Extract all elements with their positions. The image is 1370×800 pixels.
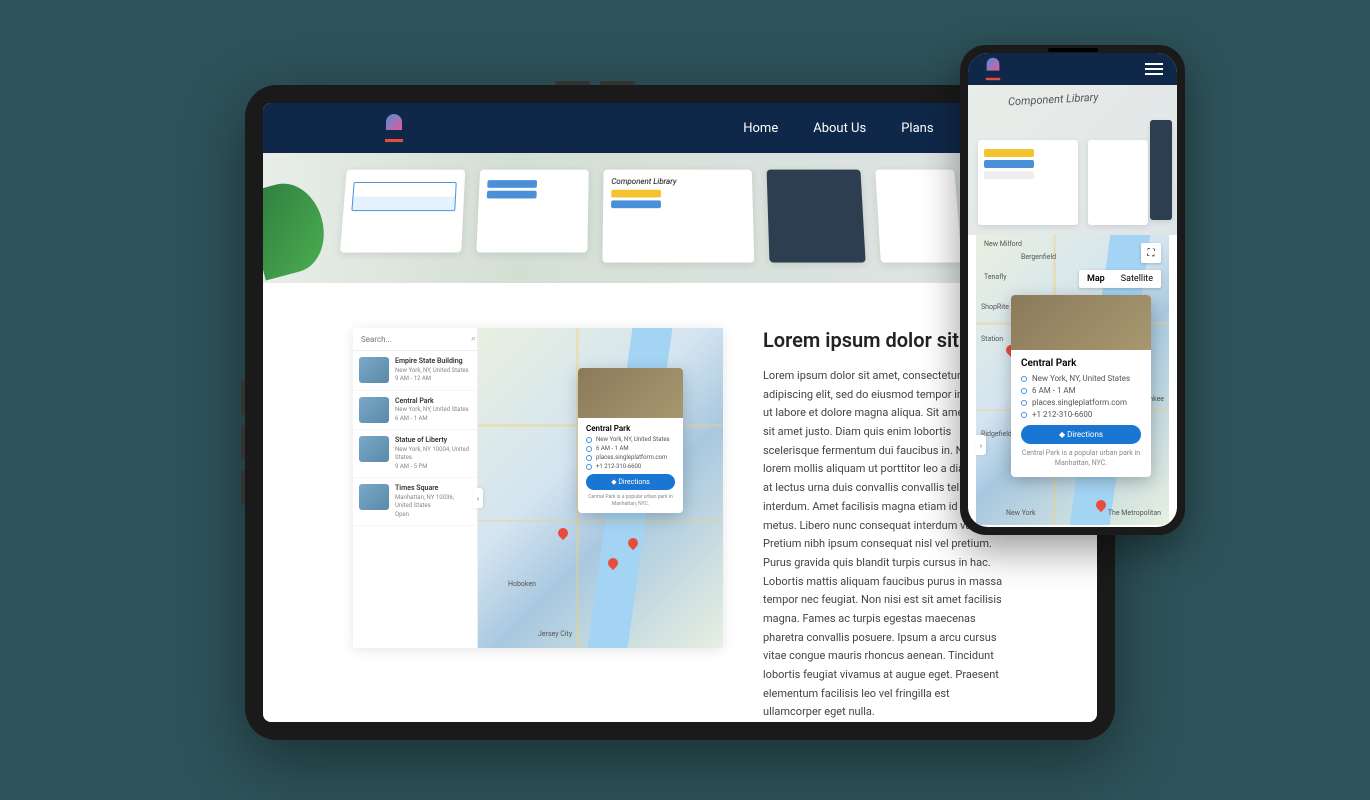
tablet-button <box>241 380 245 415</box>
nav-links: Home About Us Plans C <box>743 121 977 136</box>
directions-button[interactable]: ◆ Directions <box>586 474 675 490</box>
location-title: Central Park <box>395 397 469 407</box>
phone-hero: Component Library <box>968 85 1177 235</box>
popup-address: New York, NY, United States <box>1032 374 1130 383</box>
location-title: Times Square <box>395 484 471 494</box>
location-thumb <box>359 484 389 510</box>
popup-description: Central Park is a popular urban park in … <box>586 494 675 507</box>
popup-phone: +1 212-310-6600 <box>1032 410 1092 419</box>
map-pin[interactable] <box>1096 500 1106 510</box>
nav-plans[interactable]: Plans <box>901 121 933 136</box>
hero-card <box>476 170 588 253</box>
fullscreen-icon[interactable]: ⛶ <box>1141 243 1161 263</box>
hero-card: Component Library <box>602 170 754 263</box>
globe-icon <box>1021 400 1027 406</box>
map-pin[interactable] <box>628 538 638 548</box>
tablet-button <box>600 81 635 85</box>
map-tab-satellite[interactable]: Satellite <box>1113 270 1161 288</box>
leaf-decoration <box>263 175 333 280</box>
phone-location-popup: Central Park New York, NY, United States… <box>1011 295 1151 477</box>
nav-home[interactable]: Home <box>743 121 778 136</box>
map-tab-map[interactable]: Map <box>1079 270 1113 288</box>
location-item[interactable]: Central Park New York, NY, United States… <box>353 391 477 431</box>
location-item[interactable]: Statue of Liberty New York, NY 10004, Un… <box>353 430 477 478</box>
tablet-button <box>241 425 245 460</box>
map-label: New Milford <box>984 240 1022 248</box>
location-hours: Open <box>395 511 471 519</box>
popup-website: places.singleplatform.com <box>596 454 667 461</box>
location-title: Empire State Building <box>395 357 469 367</box>
location-item[interactable]: Times Square Manhattan, NY 10036, United… <box>353 478 477 526</box>
locations-sidebar: ⌕ ✕ Empire State Building New York, NY, … <box>353 328 478 648</box>
location-thumb <box>359 397 389 423</box>
popup-phone: +1 212-310-6600 <box>596 463 641 470</box>
phone-notch <box>1048 48 1098 52</box>
location-hours: 9 AM - 5 PM <box>395 463 471 471</box>
location-hours: 9 AM - 12 AM <box>395 375 469 383</box>
location-address: New York, NY, United States <box>395 406 469 414</box>
hero-card <box>875 170 962 263</box>
location-icon <box>1021 376 1027 382</box>
hero-card <box>767 170 866 263</box>
popup-title: Central Park <box>586 424 675 433</box>
directions-button[interactable]: ◆ Directions <box>1021 425 1141 444</box>
popup-website: places.singleplatform.com <box>1032 398 1127 407</box>
map-label: New York <box>1006 509 1036 517</box>
popup-address: New York, NY, United States <box>596 436 670 443</box>
logo-icon[interactable] <box>383 114 405 142</box>
location-thumb <box>359 436 389 462</box>
tablet-button <box>241 470 245 505</box>
map-label: Tenafly <box>984 273 1007 281</box>
phone-icon <box>586 464 592 470</box>
clock-icon <box>586 446 592 452</box>
map-label: The Metropolitan <box>1108 509 1161 517</box>
clock-icon <box>1021 388 1027 394</box>
search-icon[interactable]: ⌕ <box>471 334 476 344</box>
globe-icon <box>586 455 592 461</box>
hero-title: Component Library <box>1008 91 1099 109</box>
map-widget: ⌕ ✕ Empire State Building New York, NY, … <box>353 328 723 648</box>
location-address: New York, NY, United States <box>395 367 469 375</box>
popup-image <box>578 368 683 418</box>
location-title: Statue of Liberty <box>395 436 471 446</box>
search-bar: ⌕ ✕ <box>353 328 477 351</box>
expand-panel-icon[interactable]: › <box>976 435 986 455</box>
map-label: Hoboken <box>508 580 536 588</box>
phone-nav <box>968 53 1177 85</box>
map-canvas[interactable]: ‹ Hoboken Jersey City Central Park New Y… <box>478 328 723 648</box>
map-type-tabs: Map Satellite <box>1079 270 1161 288</box>
tablet-button <box>555 81 590 85</box>
logo-icon[interactable] <box>984 58 1002 80</box>
collapse-sidebar-icon[interactable]: ‹ <box>473 488 483 508</box>
location-address: Manhattan, NY 10036, United States <box>395 494 471 511</box>
popup-hours: 6 AM - 1 AM <box>596 445 629 452</box>
location-icon <box>586 437 592 443</box>
map-label: Bergenfield <box>1021 253 1056 261</box>
popup-description: Central Park is a popular urban park in … <box>1021 449 1141 469</box>
search-input[interactable] <box>361 335 471 344</box>
location-popup: Central Park New York, NY, United States… <box>578 368 683 513</box>
popup-hours: 6 AM - 1 AM <box>1032 386 1076 395</box>
phone-screen: Component Library ⛶ Map Satellite New Mi… <box>968 53 1177 527</box>
phone-map-canvas[interactable]: ⛶ Map Satellite New Milford Bergenfield … <box>976 235 1169 525</box>
location-hours: 6 AM - 1 AM <box>395 415 469 423</box>
map-label: Station <box>981 335 1003 343</box>
map-label: Jersey City <box>538 630 572 638</box>
map-pin[interactable] <box>558 528 568 538</box>
hamburger-icon[interactable] <box>1145 63 1163 75</box>
location-item[interactable]: Empire State Building New York, NY, Unit… <box>353 351 477 391</box>
phone-icon <box>1021 412 1027 418</box>
hero-card <box>340 170 465 253</box>
location-address: New York, NY 10004, United States <box>395 446 471 463</box>
popup-image <box>1011 295 1151 350</box>
popup-title: Central Park <box>1021 358 1141 369</box>
location-thumb <box>359 357 389 383</box>
map-pin[interactable] <box>608 558 618 568</box>
phone-device: Component Library ⛶ Map Satellite New Mi… <box>960 45 1185 535</box>
nav-about[interactable]: About Us <box>813 121 866 136</box>
